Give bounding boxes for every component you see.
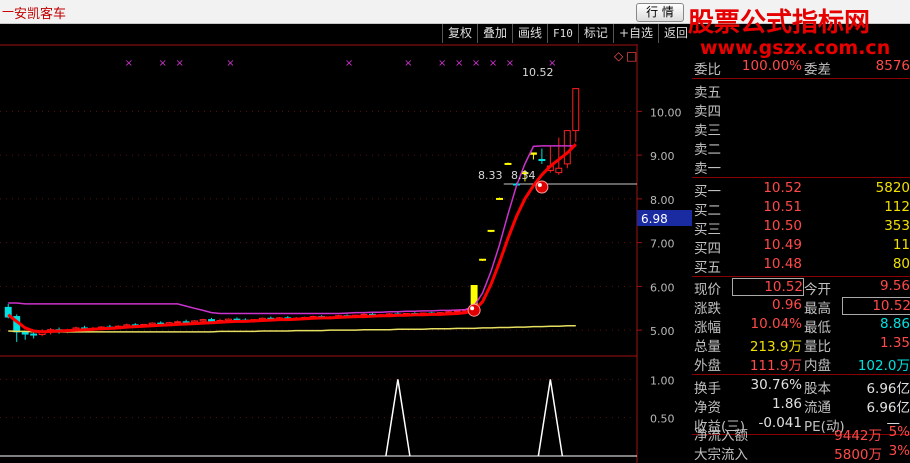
ask-row-1: 卖一 [694,161,721,177]
quote-panel: 委比 100.00% 委差 8576 卖五 卖四 卖三 卖二 卖一 买一 10.… [692,44,910,463]
price-tick-label: 5.00 [650,325,675,338]
candle [496,197,503,200]
candle-body [529,152,537,155]
price-tick-label: 6.00 [650,281,675,294]
candle [538,148,546,164]
chart-grid [0,44,638,463]
ask-row-5: 卖五 [694,85,721,101]
candle-body [199,319,207,322]
back-button[interactable]: 返回 [658,24,693,43]
x-marker: × [489,58,497,69]
candle [487,229,495,233]
f10-button[interactable]: F10 [547,24,578,43]
x-marker: × [125,58,133,69]
mark-button[interactable]: 标记 [577,24,613,43]
chart-toolbar: 复权 叠加 画线 F10 标记 +自选 返回 [442,24,693,44]
ask-row-3: 卖三 [694,123,721,139]
ask-row-4: 卖四 [694,104,721,120]
x-marker: × [226,58,234,69]
kline-chart[interactable]: × × × × × × × × × × × × 5.006.007.008.009.0010.000.… [0,44,692,463]
quote-button[interactable]: 行 情 [636,3,684,22]
x-marker: × [455,58,463,69]
x-marker: × [404,58,412,69]
candle [21,331,29,340]
x-marker: × [472,58,480,69]
draw-line-button[interactable]: 画线 [512,24,547,43]
x-marker: × [506,58,514,69]
price-tick-label: 9.00 [650,150,675,163]
signal-icon [535,180,549,194]
candle [479,258,487,261]
current-price-tag: 6.98 [641,212,668,226]
bid-row-1: 买一 10.52 5820 [694,180,910,200]
candle-body [504,162,512,165]
price-label-high: 10.52 [522,66,554,79]
x-marker: × [175,58,183,69]
signal-highlight [470,306,475,311]
square-icon[interactable]: □ [626,49,637,63]
bid-row-4: 买四 10.49 11 [694,237,910,257]
markers-layer: × × × × × × × × × × × × [125,58,557,317]
x-marker: × [159,58,167,69]
x-marker: × [438,58,446,69]
price-tick-label: 10.00 [650,106,682,119]
price-axis: 5.00 6.00 7.00 8.00 9.00 10.00 0.50 1.00 [637,106,682,426]
bid-row-5: 买五 10.48 80 [694,256,910,276]
watermark-title: 股票公式指标网 [688,8,871,38]
bid-ratio-row: 委比 100.00% 委差 8576 [694,58,910,78]
candle-body [453,310,461,313]
indicator-tick-label: 1.00 [650,374,675,387]
stock-name: 安凯客车 [14,7,67,22]
indicator-tick-label: 0.50 [650,413,675,426]
flow-row-net: 净流入额 9442万 5% [694,424,910,444]
signal-highlight [537,183,542,187]
stat-row-price: 现价 10.52 今开 9.56 [694,278,910,298]
price-tick-label: 8.00 [650,194,675,207]
price-label-low2: 8.34 [511,169,536,182]
price-label-low1: 8.33 [478,169,503,182]
flow-row-block: 大宗流入 5800万 3% [694,443,910,463]
candle-body [555,167,563,174]
signal-dot [467,303,481,317]
bid-row-3: 买三 10.50 353 [694,218,910,238]
candle [529,152,537,160]
stat-row-volume: 总量 213.9万 量比 1.35 [694,335,910,355]
candle-body [572,88,580,132]
stat-row-outer: 外盘 111.9万 内盘 102.0万 [694,358,910,374]
diamond-icon[interactable]: ◇ [614,49,624,63]
candle [572,88,580,142]
fund-row-turnover: 换手 30.76% 股本 6.96亿 [694,377,910,397]
adjust-button[interactable]: 复权 [442,24,477,43]
candle-body [479,258,487,261]
price-tick-label: 7.00 [650,238,675,251]
ask-row-2: 卖二 [694,142,721,158]
stat-row-pct: 涨幅 10.04% 最低 8.86 [694,316,910,336]
bid-row-2: 买二 10.51 112 [694,199,910,219]
candle-body [563,130,571,165]
candle-body [538,159,546,161]
fund-row-nav: 净资 1.86 流通 6.96亿 [694,396,910,416]
signal-dot [535,180,549,194]
candle-body [496,197,503,200]
indicator-spike [385,379,411,457]
candle-body [30,333,38,336]
candle [504,162,512,165]
candle-body [487,229,495,232]
stat-row-change: 涨跌 0.96 最高 10.52 [694,297,910,317]
overlay-button[interactable]: 叠加 [477,24,512,43]
candle-body [174,321,182,324]
add-watchlist-button[interactable]: +自选 [612,24,658,43]
window-mark: 一 [2,5,15,19]
x-marker: × [345,58,353,69]
signal-icon [467,303,481,317]
